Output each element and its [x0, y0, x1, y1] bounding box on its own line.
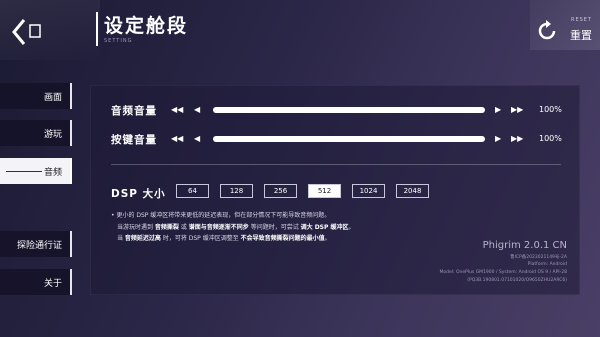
dsp-option-2048[interactable]: 2048 [396, 184, 429, 198]
dsp-option-128[interactable]: 128 [220, 184, 253, 198]
dsp-note-line2: 当游玩时遇到 音频撕裂 或 谱面与音频逐渐不同步 等问题时，可尝试 调大 DSP… [117, 224, 355, 231]
sidebar-item-label: 音频 [43, 167, 62, 178]
sidebar-item-about[interactable]: 关于 [0, 269, 72, 295]
back-arrow-icon [12, 19, 41, 45]
reset-icon [538, 20, 556, 40]
title-accent-bar [96, 12, 98, 46]
dsp-option-64[interactable]: 64 [176, 184, 209, 198]
fast-increase-icon[interactable]: ▶▶ [511, 134, 523, 143]
sidebar-item-label: 关于 [43, 278, 62, 289]
reset-label: 重置 [570, 29, 592, 42]
music-volume-label: 音频音量 [111, 105, 157, 117]
dsp-option-256[interactable]: 256 [264, 184, 297, 198]
section-divider [111, 164, 561, 165]
sidebar-item-gameplay[interactable]: 游玩 [0, 120, 72, 146]
key-volume-label: 按键音量 [111, 134, 157, 146]
sidebar-item-label: 探险通行证 [16, 240, 62, 251]
fast-decrease-icon[interactable]: ◀◀ [171, 105, 183, 114]
page-title: 设定舱段 [104, 15, 189, 37]
page-subtitle: SETTING [104, 38, 133, 44]
fast-increase-icon[interactable]: ▶▶ [511, 105, 523, 114]
reset-label-en: RESET [570, 17, 592, 23]
reset-button[interactable]: RESET 重置 [530, 0, 600, 50]
platform-info: Platform: Android [527, 262, 567, 267]
key-volume-row: 按键音量 [111, 132, 171, 147]
decrease-icon[interactable]: ◀ [194, 105, 200, 114]
settings-panel: 音频音量 ◀◀ ◀ ▶ ▶▶ 100% 按键音量 ◀◀ ◀ ▶ ▶▶ 100% … [90, 85, 580, 295]
decrease-icon[interactable]: ◀ [194, 134, 200, 143]
active-indicator [6, 171, 42, 172]
sidebar-item-adventure-pass[interactable]: 探险通行证 [0, 231, 72, 257]
dsp-size-label: DSP 大小 [111, 188, 166, 200]
back-button[interactable] [0, 14, 52, 50]
version-title: Phigrim 2.0.1 CN [482, 240, 567, 251]
build-info: (PQ3B.190801.07101020/O9650ZHU2ARC6) [467, 278, 567, 283]
increase-icon[interactable]: ▶ [495, 105, 501, 114]
fast-decrease-icon[interactable]: ◀◀ [171, 134, 183, 143]
sidebar-item-label: 画面 [43, 92, 62, 103]
dsp-note-line3: 当 音频延迟过高 时，可将 DSP 缓冲区调整至 不会导致音频撕裂问题的最小值。 [117, 235, 331, 242]
sidebar-item-display[interactable]: 画面 [0, 83, 72, 109]
music-volume-slider[interactable] [213, 107, 485, 113]
key-volume-slider[interactable] [213, 136, 485, 142]
music-volume-row: 音频音量 [111, 103, 171, 118]
increase-icon[interactable]: ▶ [495, 134, 501, 143]
dsp-option-512[interactable]: 512 [308, 184, 341, 198]
icp-record: 鲁ICP备2023021149号-2A [510, 255, 567, 260]
sidebar-item-label: 游玩 [43, 129, 62, 140]
model-info: Model: OnePlus GM1900 / System: Android … [439, 270, 567, 275]
dsp-option-1024[interactable]: 1024 [352, 184, 385, 198]
key-volume-value: 100% [539, 134, 562, 143]
music-volume-value: 100% [539, 105, 562, 114]
dsp-note-line1: • 更小的 DSP 缓冲区将带来更低的延迟表现，但在部分情况下可能导致音频问题。 [111, 212, 331, 219]
